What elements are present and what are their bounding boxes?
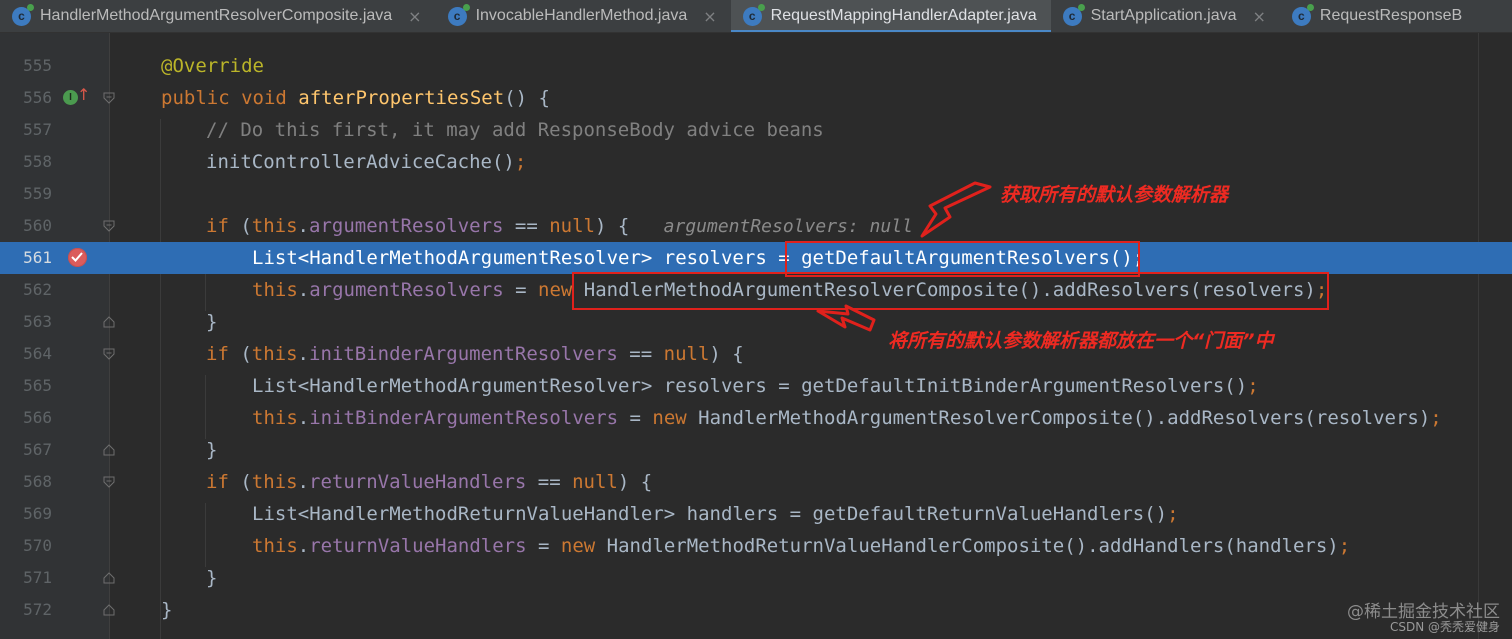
code-editor[interactable]: 554 555 @Override 556 I ↑ public void af… xyxy=(0,33,1512,639)
highlight-box-composite-resolvers xyxy=(572,272,1329,310)
tab-request-response-body[interactable]: c RequestResponseB xyxy=(1280,0,1476,32)
arrow-up-icon[interactable]: ↑ xyxy=(77,86,90,104)
fold-icon[interactable] xyxy=(103,92,115,104)
line-number: 559 xyxy=(23,184,52,203)
line-number: 569 xyxy=(23,504,52,523)
code-line-560[interactable]: 560 if (this.argumentResolvers == null) … xyxy=(0,210,1512,242)
code-line-558[interactable]: 558 initControllerAdviceCache(); xyxy=(0,146,1512,178)
code-text: if (this.returnValueHandlers == null) { xyxy=(206,471,653,493)
code-text: List<HandlerMethodArgumentResolver> reso… xyxy=(252,375,1259,397)
line-number: 558 xyxy=(23,152,52,171)
line-number: 567 xyxy=(23,440,52,459)
code-text: if (this.initBinderArgumentResolvers == … xyxy=(206,343,744,365)
code-line-569[interactable]: 569 List<HandlerMethodReturnValueHandler… xyxy=(0,498,1512,530)
checkmark-icon xyxy=(71,252,83,262)
code-line-570[interactable]: 570 this.returnValueHandlers = new Handl… xyxy=(0,530,1512,562)
tab-label: HandlerMethodArgumentResolverComposite.j… xyxy=(40,7,393,24)
tab-start-application[interactable]: c StartApplication.java × xyxy=(1051,0,1280,32)
code-line-564[interactable]: 564 if (this.initBinderArgumentResolvers… xyxy=(0,338,1512,370)
code-text: } xyxy=(206,567,218,589)
line-number: 563 xyxy=(23,312,52,331)
implements-method-icon[interactable]: I xyxy=(63,90,78,105)
code-text: } xyxy=(206,311,218,333)
code-line-566[interactable]: 566 this.initBinderArgumentResolvers = n… xyxy=(0,402,1512,434)
code-text: } xyxy=(206,439,218,461)
line-number: 566 xyxy=(23,408,52,427)
java-class-icon: c xyxy=(1062,3,1085,26)
line-number: 561 xyxy=(23,248,52,267)
code-text: public void afterPropertiesSet() { xyxy=(161,87,550,109)
line-number: 571 xyxy=(23,568,52,587)
code-line-567[interactable]: 567 } xyxy=(0,434,1512,466)
close-icon[interactable]: × xyxy=(703,7,716,26)
code-line-556[interactable]: 556 I ↑ public void afterPropertiesSet()… xyxy=(0,82,1512,114)
code-text: initControllerAdviceCache(); xyxy=(206,151,527,173)
fold-end-icon[interactable] xyxy=(103,316,115,328)
java-class-icon: c xyxy=(742,3,765,26)
fold-icon[interactable] xyxy=(103,476,115,488)
close-icon[interactable]: × xyxy=(408,7,421,26)
close-icon[interactable]: × xyxy=(1252,7,1265,26)
watermark-csdn: CSDN @秃秃爱健身 xyxy=(1389,620,1500,634)
line-number: 554 xyxy=(0,33,52,44)
line-number: 557 xyxy=(23,120,52,139)
java-class-icon: c xyxy=(447,3,470,26)
code-text: List<HandlerMethodReturnValueHandler> ha… xyxy=(252,503,1179,525)
code-line-561[interactable]: 561 List<HandlerMethodArgumentResolver> … xyxy=(0,242,1512,274)
code-line-571[interactable]: 571 } xyxy=(0,562,1512,594)
fold-icon[interactable] xyxy=(103,220,115,232)
code-line-559[interactable]: 559 xyxy=(0,178,1512,210)
code-line-557[interactable]: 557 // Do this first, it may add Respons… xyxy=(0,114,1512,146)
annotation-token: @Override xyxy=(161,55,264,77)
comment-token: // Do this first, it may add ResponseBod… xyxy=(206,119,824,141)
fold-end-icon[interactable] xyxy=(103,572,115,584)
tab-invocable-handler-method[interactable]: c InvocableHandlerMethod.java × xyxy=(436,0,731,32)
inline-debug-value: argumentResolvers: null xyxy=(663,216,913,237)
editor-tab-bar: c HandlerMethodArgumentResolverComposite… xyxy=(0,0,1512,33)
code-text: this.initBinderArgumentResolvers = new H… xyxy=(252,407,1442,429)
line-number: 556 xyxy=(23,88,52,107)
fold-end-icon[interactable] xyxy=(103,604,115,616)
fold-icon[interactable] xyxy=(103,348,115,360)
code-line-partial: 554 xyxy=(0,33,1512,44)
line-number: 565 xyxy=(23,376,52,395)
tab-label: RequestResponseB xyxy=(1319,7,1463,24)
line-number: 564 xyxy=(23,344,52,363)
code-text: this.returnValueHandlers = new HandlerMe… xyxy=(252,535,1351,557)
java-class-icon: c xyxy=(1291,3,1314,26)
line-number: 560 xyxy=(23,216,52,235)
code-text: if (this.argumentResolvers == null) { ar… xyxy=(206,215,913,237)
annotation-note-top: 获取所有的默认参数解析器 xyxy=(1000,184,1229,206)
code-line-563[interactable]: 563 } xyxy=(0,306,1512,338)
line-number: 568 xyxy=(23,472,52,491)
line-number: 562 xyxy=(23,280,52,299)
line-number: 555 xyxy=(23,56,52,75)
java-class-icon: c xyxy=(12,3,34,26)
code-line-572[interactable]: 572 } xyxy=(0,594,1512,626)
code-text: // Do this first, it may add ResponseBod… xyxy=(206,114,824,146)
fold-end-icon[interactable] xyxy=(103,444,115,456)
code-line-568[interactable]: 568 if (this.returnValueHandlers == null… xyxy=(0,466,1512,498)
code-text: } xyxy=(161,599,173,621)
code-line-555[interactable]: 555 @Override xyxy=(0,50,1512,82)
tab-label: RequestMappingHandlerAdapter.java xyxy=(770,7,1037,24)
tab-request-mapping-handler-adapter[interactable]: c RequestMappingHandlerAdapter.java xyxy=(730,0,1051,32)
line-number: 570 xyxy=(23,536,52,555)
tab-label: InvocableHandlerMethod.java xyxy=(475,7,688,24)
code-line-565[interactable]: 565 List<HandlerMethodArgumentResolver> … xyxy=(0,370,1512,402)
tab-label: StartApplication.java xyxy=(1090,7,1237,24)
tab-handler-method-argument-resolver-composite[interactable]: c HandlerMethodArgumentResolverComposite… xyxy=(0,0,436,32)
annotation-note-bottom: 将所有的默认参数解析器都放在一个“门面”中 xyxy=(888,330,1274,352)
line-number: 572 xyxy=(23,600,52,619)
code-line-partial xyxy=(0,626,1512,639)
code-text: @Override xyxy=(161,50,264,82)
